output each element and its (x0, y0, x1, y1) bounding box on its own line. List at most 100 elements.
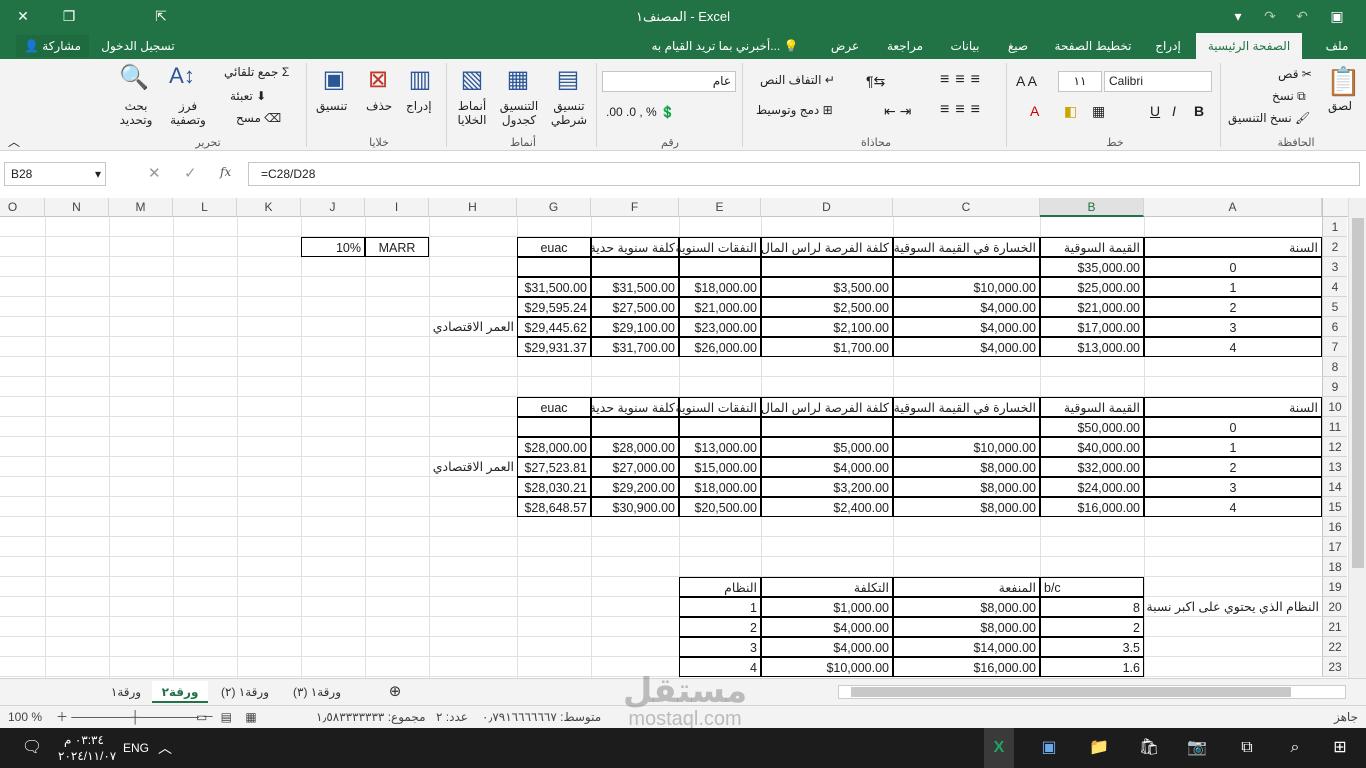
row-header[interactable]: 12 (1322, 437, 1347, 457)
column-header-o[interactable]: O (0, 198, 45, 217)
table-cell[interactable] (517, 257, 591, 277)
tab-insert[interactable]: إدراج (1146, 33, 1190, 59)
column-header-c[interactable]: C (893, 198, 1040, 217)
sort-filter-button[interactable]: فرز وتصفية (168, 99, 208, 127)
table-cell[interactable]: $29,931.37 (517, 337, 591, 357)
number-format-buttons[interactable]: .00 .0 , % 💲 (606, 105, 675, 119)
clock[interactable]: ٠٣:٣٤ م ٢٠٢٤/١١/٠٧ (58, 728, 116, 768)
column-header-m[interactable]: M (109, 198, 173, 217)
font-size-buttons[interactable]: A A (1016, 73, 1037, 89)
format-painter-button[interactable]: نسخ التنسيق 🖌 (1228, 111, 1310, 125)
font-size-select[interactable]: ١١ (1058, 71, 1102, 92)
table-cell[interactable]: $4,000.00 (893, 317, 1040, 337)
row-header[interactable]: 19 (1322, 577, 1347, 597)
camera-icon[interactable]: 📷 (1182, 728, 1212, 768)
font-name-select[interactable]: Calibri (1104, 71, 1212, 92)
italic-button[interactable]: I (1172, 103, 1176, 119)
select-all-corner[interactable] (1322, 198, 1348, 217)
table-cell[interactable]: $1,700.00 (761, 337, 893, 357)
excel-taskbar-icon[interactable]: X (984, 728, 1014, 768)
table-cell[interactable]: 1 (1144, 437, 1322, 457)
economic-life-note[interactable]: العمر الاقتصادي (429, 317, 517, 337)
marr-label[interactable]: MARR (365, 237, 429, 257)
notifications-icon[interactable]: 🗨 (10, 728, 54, 768)
row-header[interactable]: 17 (1322, 537, 1347, 557)
table-cell[interactable]: $24,000.00 (1040, 477, 1144, 497)
table-cell[interactable]: $28,030.21 (517, 477, 591, 497)
row-header[interactable]: 10 (1322, 397, 1347, 417)
add-sheet-button[interactable]: ⊕ (384, 681, 406, 703)
table-header-cell[interactable]: كلفة سنوية حدية (590, 397, 679, 417)
table-cell[interactable]: $30,900.00 (591, 497, 679, 517)
row-header[interactable]: 9 (1322, 377, 1347, 397)
format-as-table-button[interactable]: التنسيق كجدول (496, 99, 542, 127)
table-cell[interactable]: $3,500.00 (761, 277, 893, 297)
bc-table-cell[interactable]: 3.5 (1040, 637, 1144, 657)
underline-button[interactable]: U (1150, 103, 1160, 119)
table-cell[interactable]: $50,000.00 (1040, 417, 1144, 437)
insert-cells-button[interactable]: إدراج (406, 99, 432, 113)
table-header-cell[interactable]: السنة (1144, 397, 1322, 417)
row-header[interactable]: 22 (1322, 637, 1347, 657)
marr-value[interactable]: 10% (301, 237, 365, 257)
table-cell[interactable] (893, 417, 1040, 437)
table-header-cell[interactable]: الخسارة في القيمة السوقية (893, 237, 1040, 257)
vertical-scroll-thumb[interactable] (1352, 218, 1364, 568)
table-cell[interactable]: $18,000.00 (679, 277, 761, 297)
table-header-cell[interactable]: كلفة الفرصة لراس المال (761, 237, 893, 257)
fill-button[interactable]: تعبئة ⬇ (230, 89, 266, 103)
row-header[interactable]: 13 (1322, 457, 1347, 477)
table-cell[interactable]: $16,000.00 (1040, 497, 1144, 517)
row-header[interactable]: 2 (1322, 237, 1347, 257)
table-cell[interactable]: $35,000.00 (1040, 257, 1144, 277)
name-box[interactable]: B28 ▾ (4, 162, 106, 186)
delete-cells-button[interactable]: حذف (366, 99, 392, 113)
table-header-cell[interactable]: euac (517, 237, 591, 257)
wrap-text-button[interactable]: التفاف النص ↵ (760, 73, 835, 87)
view-buttons[interactable]: ▭ ▤ ▦ (196, 706, 257, 729)
table-cell[interactable]: 4 (1144, 497, 1322, 517)
borders-button[interactable]: ▦ (1092, 103, 1105, 120)
table-cell[interactable]: $5,000.00 (761, 437, 893, 457)
table-cell[interactable] (591, 257, 679, 277)
table-cell[interactable]: $28,000.00 (517, 437, 591, 457)
tab-home[interactable]: الصفحة الرئيسية (1196, 33, 1302, 59)
table-cell[interactable]: $8,000.00 (893, 477, 1040, 497)
sheet-tab[interactable]: ورقة١ (٣) (282, 681, 352, 703)
number-format-select[interactable]: عام (602, 71, 736, 92)
vertical-align-buttons[interactable]: ≡≡≡ (940, 71, 986, 89)
table-cell[interactable]: $10,000.00 (893, 437, 1040, 457)
table-header-cell[interactable]: كلفة الفرصة لراس المال (761, 397, 893, 417)
row-header[interactable]: 21 (1322, 617, 1347, 637)
copy-button[interactable]: نسخ ⧉ (1272, 89, 1306, 104)
tab-file[interactable]: ملف (1316, 33, 1358, 59)
table-cell[interactable]: $27,500.00 (591, 297, 679, 317)
table-cell[interactable] (517, 417, 591, 437)
table-cell[interactable]: 0 (1144, 417, 1322, 437)
cancel-entry-icon[interactable]: ✕ (148, 164, 161, 182)
tab-page-layout[interactable]: تخطيط الصفحة (1048, 33, 1138, 59)
save-button[interactable]: ▣ (1322, 0, 1352, 33)
table-cell[interactable]: $3,200.00 (761, 477, 893, 497)
table-cell[interactable] (893, 257, 1040, 277)
table-cell[interactable]: $29,595.24 (517, 297, 591, 317)
formula-input[interactable]: =C28/D28 (248, 162, 1360, 186)
store-icon[interactable]: 🛍 (1134, 728, 1164, 768)
table-header-cell[interactable]: كلفة سنوية حدية (590, 237, 679, 257)
horizontal-scroll-thumb[interactable] (851, 687, 1291, 697)
zoom-slider[interactable]: ＋ ───────┼─────── － (56, 706, 214, 729)
bc-table-cell[interactable]: $8,000.00 (893, 617, 1040, 637)
table-cell[interactable]: $4,000.00 (761, 457, 893, 477)
column-header-i[interactable]: I (365, 198, 429, 217)
column-header-d[interactable]: D (761, 198, 893, 217)
worksheet-grid[interactable]: A B C D E F G H I J K L M N O 1 2 3 4 5 6 7 8 9 10 11 12 13 14 15 16 17… (0, 198, 1348, 678)
find-select-button[interactable]: بحث وتحديد (116, 99, 156, 127)
bold-button[interactable]: B (1194, 103, 1204, 119)
chevron-up-icon[interactable]: ︿ (152, 728, 178, 768)
customize-qat-button[interactable]: ▾ (1228, 0, 1248, 33)
redo-button[interactable]: ↷ (1258, 0, 1282, 33)
table-cell[interactable]: $2,500.00 (761, 297, 893, 317)
table-cell[interactable]: $17,000.00 (1040, 317, 1144, 337)
row-header[interactable]: 14 (1322, 477, 1347, 497)
table-cell[interactable]: $26,000.00 (679, 337, 761, 357)
